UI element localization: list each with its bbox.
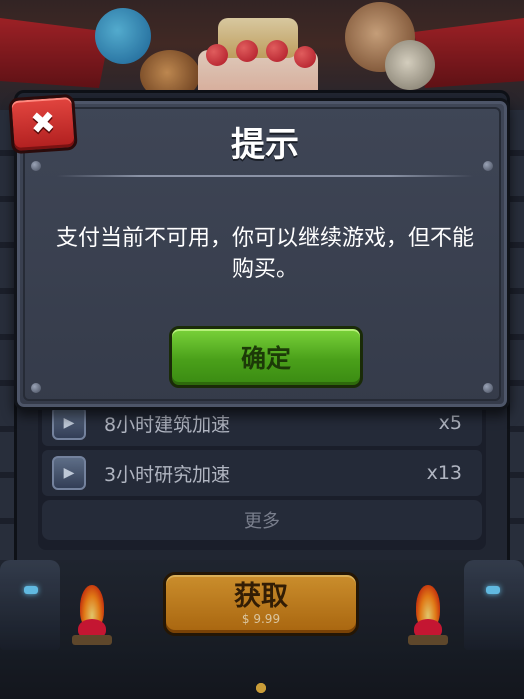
- dialog-message: 支付当前不可用，你可以继续游戏，但不能购买。: [55, 226, 474, 282]
- alert-dialog: 提示 支付当前不可用，你可以继续游戏，但不能购买。 确定: [14, 98, 510, 410]
- close-icon: ✖: [29, 105, 57, 142]
- rivet-decoration: [31, 383, 41, 393]
- confirm-button[interactable]: 确定: [169, 326, 363, 388]
- rivet-decoration: [483, 383, 493, 393]
- title-divider: [57, 175, 473, 177]
- close-button[interactable]: ✖: [8, 93, 78, 155]
- dialog-title: 提示: [231, 125, 299, 165]
